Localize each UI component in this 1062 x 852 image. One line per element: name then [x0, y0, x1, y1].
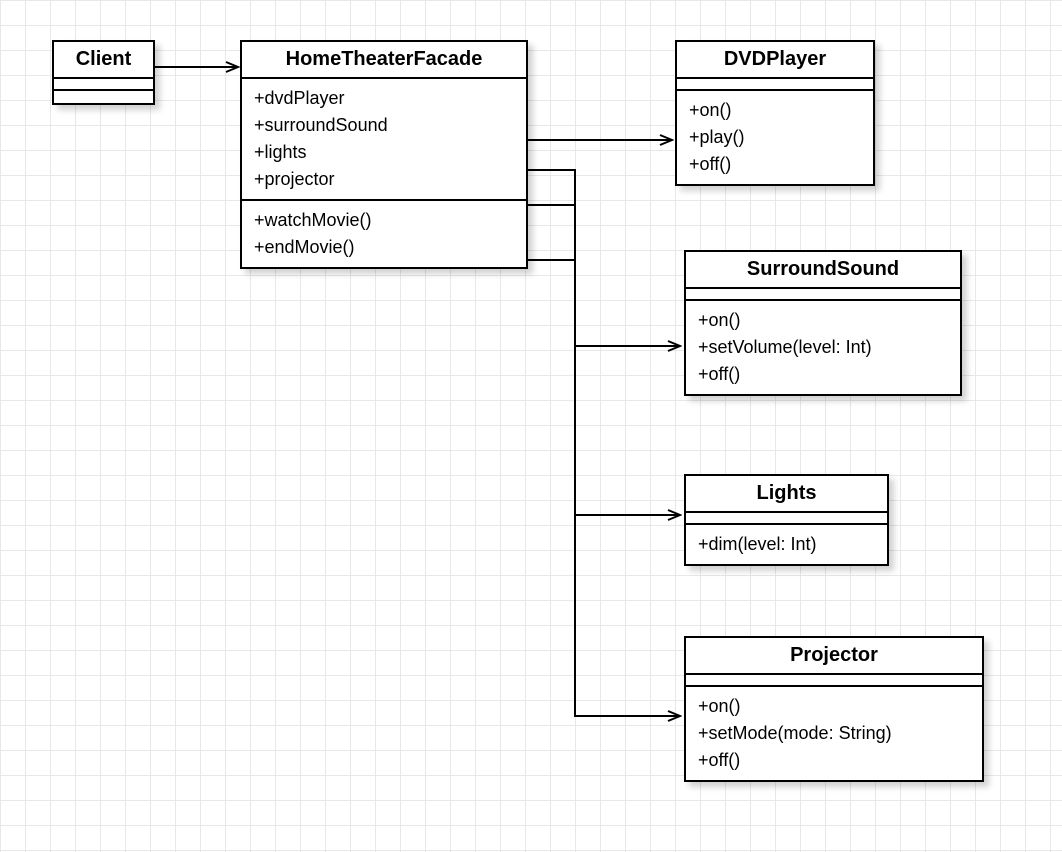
class-dvd-title: DVDPlayer [677, 42, 873, 79]
class-client-title: Client [54, 42, 153, 79]
method-row: +on() [689, 97, 861, 124]
method-row: +play() [689, 124, 861, 151]
class-facade-attrs: +dvdPlayer +surroundSound +lights +proje… [242, 79, 526, 201]
class-projector-methods: +on() +setMode(mode: String) +off() [686, 687, 982, 780]
class-client-methods [54, 91, 153, 103]
attr-row: +lights [254, 139, 514, 166]
attr-row: +projector [254, 166, 514, 193]
method-row: +dim(level: Int) [698, 531, 875, 558]
attr-row: +dvdPlayer [254, 85, 514, 112]
arrow-facade-to-projector [528, 260, 680, 716]
class-surround-title: SurroundSound [686, 252, 960, 289]
class-client[interactable]: Client [52, 40, 155, 105]
class-facade[interactable]: HomeTheaterFacade +dvdPlayer +surroundSo… [240, 40, 528, 269]
class-lights-attrs [686, 513, 887, 525]
class-projector-title: Projector [686, 638, 982, 675]
arrow-facade-to-lights [528, 205, 680, 515]
method-row: +setMode(mode: String) [698, 720, 970, 747]
class-lights-methods: +dim(level: Int) [686, 525, 887, 564]
attr-row: +surroundSound [254, 112, 514, 139]
class-dvd[interactable]: DVDPlayer +on() +play() +off() [675, 40, 875, 186]
method-row: +off() [698, 747, 970, 774]
class-facade-methods: +watchMovie() +endMovie() [242, 201, 526, 267]
class-client-attrs [54, 79, 153, 91]
method-row: +watchMovie() [254, 207, 514, 234]
method-row: +endMovie() [254, 234, 514, 261]
class-facade-title: HomeTheaterFacade [242, 42, 526, 79]
method-row: +off() [689, 151, 861, 178]
method-row: +on() [698, 307, 948, 334]
arrow-facade-to-surround [528, 170, 680, 346]
class-projector[interactable]: Projector +on() +setMode(mode: String) +… [684, 636, 984, 782]
method-row: +off() [698, 361, 948, 388]
class-surround[interactable]: SurroundSound +on() +setVolume(level: In… [684, 250, 962, 396]
class-dvd-attrs [677, 79, 873, 91]
class-surround-attrs [686, 289, 960, 301]
method-row: +setVolume(level: Int) [698, 334, 948, 361]
class-dvd-methods: +on() +play() +off() [677, 91, 873, 184]
class-projector-attrs [686, 675, 982, 687]
class-surround-methods: +on() +setVolume(level: Int) +off() [686, 301, 960, 394]
class-lights-title: Lights [686, 476, 887, 513]
class-lights[interactable]: Lights +dim(level: Int) [684, 474, 889, 566]
method-row: +on() [698, 693, 970, 720]
